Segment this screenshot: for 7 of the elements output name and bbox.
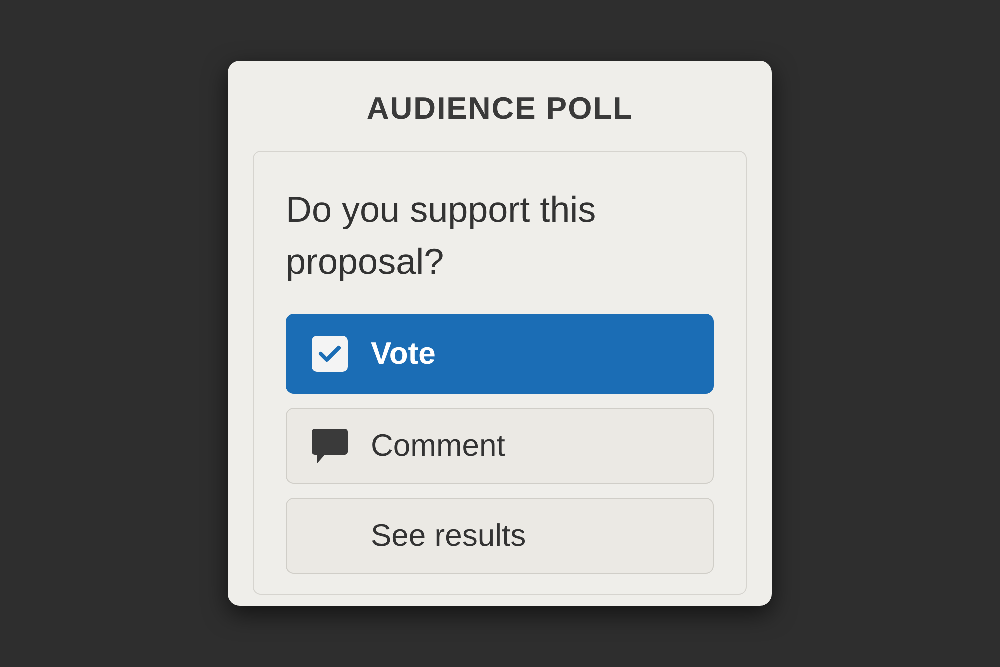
option-button[interactable]: Vote	[286, 314, 714, 394]
poll-question: Do you support this proposal?	[286, 188, 598, 284]
checkbox-icon	[312, 336, 348, 372]
poll-title: AUDIENCE POLL	[366, 91, 634, 127]
option-button[interactable]: Comment	[286, 408, 714, 484]
speech-bubble-icon	[311, 427, 349, 465]
option-button[interactable]: See results	[286, 498, 714, 574]
